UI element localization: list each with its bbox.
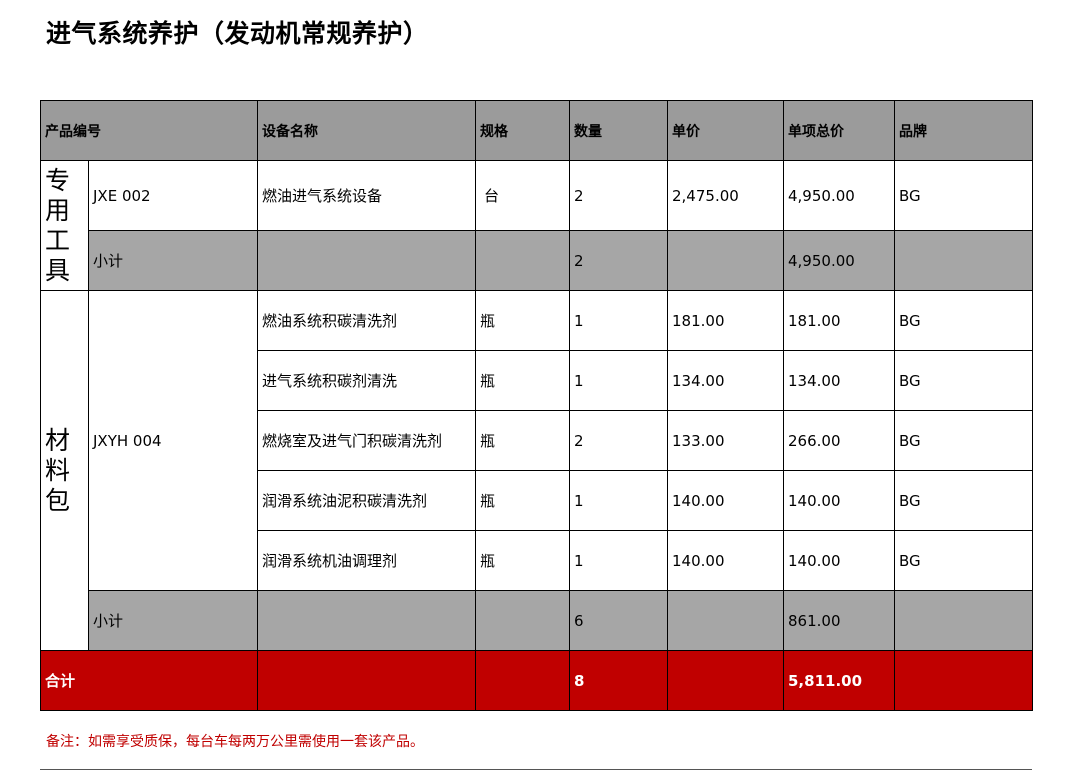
item-brand: BG [894, 160, 1033, 231]
header-spec: 规格 [475, 100, 570, 161]
item-spec: 瓶 [475, 470, 570, 531]
total-empty [475, 650, 570, 711]
item-spec: 瓶 [475, 530, 570, 591]
item-line-total: 134.00 [783, 350, 895, 411]
subtotal-empty [667, 590, 784, 651]
header-code: 产品编号 [40, 100, 258, 161]
category-char: 包 [45, 485, 71, 515]
bottom-divider [40, 769, 1032, 770]
header-unit-price: 单价 [667, 100, 784, 161]
category-char: 用 [45, 195, 71, 225]
table-header-row: 产品编号 设备名称 规格 数量 单价 单项总价 品牌 [40, 100, 1033, 161]
category-char: 工 [45, 225, 71, 255]
item-name: 润滑系统机油调理剂 [257, 530, 476, 591]
item-brand: BG [894, 470, 1033, 531]
item-spec: 瓶 [475, 350, 570, 411]
item-qty: 1 [569, 350, 668, 411]
category-char: 专 [45, 165, 71, 195]
subtotal-qty: 6 [569, 590, 668, 651]
table-row: 专 用 工 具 JXE 002 燃油进气系统设备 台 2 2,475.00 4,… [40, 160, 1033, 291]
total-empty [257, 650, 476, 711]
item-name: 燃油进气系统设备 [257, 160, 476, 231]
item-line-total: 181.00 [783, 290, 895, 351]
item-name: 进气系统积碳剂清洗 [257, 350, 476, 411]
subtotal-row: 小计 2 4,950.00 [41, 230, 1033, 291]
item-unit-price: 2,475.00 [667, 160, 784, 231]
subtotal-empty [257, 230, 476, 291]
header-line-total: 单项总价 [783, 100, 895, 161]
subtotal-label: 小计 [88, 230, 258, 291]
category-char: 料 [45, 455, 71, 485]
total-row: 合计 8 5,811.00 [40, 650, 1033, 711]
item-line-total: 266.00 [783, 410, 895, 471]
category-char: 具 [45, 255, 71, 285]
subtotal-empty [475, 230, 570, 291]
item-qty: 1 [569, 470, 668, 531]
product-table: 产品编号 设备名称 规格 数量 单价 单项总价 品牌 专 用 工 具 JXE 0… [40, 100, 1033, 711]
total-line-total: 5,811.00 [783, 650, 895, 711]
item-name: 燃油系统积碳清洗剂 [257, 290, 476, 351]
category-cell-tools: 专 用 工 具 [40, 160, 89, 291]
item-unit-price: 134.00 [667, 350, 784, 411]
item-line-total: 140.00 [783, 470, 895, 531]
footnote: 备注：如需享受质保，每台车每两万公里需使用一套该产品。 [46, 734, 424, 750]
subtotal-line-total: 4,950.00 [783, 230, 895, 291]
item-spec: 瓶 [475, 410, 570, 471]
item-spec: 台 [475, 160, 570, 231]
subtotal-row: 小计 6 861.00 [41, 590, 1033, 651]
item-line-total: 4,950.00 [783, 160, 895, 231]
total-empty [667, 650, 784, 711]
product-code: JXYH 004 [88, 290, 258, 591]
item-qty: 2 [569, 160, 668, 231]
total-empty [894, 650, 1033, 711]
subtotal-empty [475, 590, 570, 651]
category-char: 材 [45, 425, 71, 455]
item-unit-price: 140.00 [667, 530, 784, 591]
page-title: 进气系统养护（发动机常规养护） [46, 19, 429, 48]
subtotal-empty [667, 230, 784, 291]
total-label: 合计 [40, 650, 258, 711]
item-name: 燃烧室及进气门积碳清洗剂 [257, 410, 476, 471]
item-qty: 1 [569, 290, 668, 351]
total-qty: 8 [569, 650, 668, 711]
item-unit-price: 140.00 [667, 470, 784, 531]
category-cell-materials: 材 料 包 [40, 290, 89, 651]
product-code: JXE 002 [88, 160, 258, 231]
header-qty: 数量 [569, 100, 668, 161]
subtotal-qty: 2 [569, 230, 668, 291]
item-brand: BG [894, 290, 1033, 351]
table-row: 材 料 包 JXYH 004 燃油系统积碳清洗剂 瓶 1 181.00 181.… [40, 290, 1033, 651]
subtotal-empty [257, 590, 476, 651]
subtotal-empty [894, 590, 1033, 651]
subtotal-label: 小计 [88, 590, 258, 651]
item-unit-price: 181.00 [667, 290, 784, 351]
header-name: 设备名称 [257, 100, 476, 161]
item-unit-price: 133.00 [667, 410, 784, 471]
item-line-total: 140.00 [783, 530, 895, 591]
item-qty: 2 [569, 410, 668, 471]
header-brand: 品牌 [894, 100, 1033, 161]
item-brand: BG [894, 410, 1033, 471]
item-qty: 1 [569, 530, 668, 591]
subtotal-line-total: 861.00 [783, 590, 895, 651]
item-name: 润滑系统油泥积碳清洗剂 [257, 470, 476, 531]
item-spec: 瓶 [475, 290, 570, 351]
item-brand: BG [894, 350, 1033, 411]
subtotal-empty [894, 230, 1033, 291]
item-brand: BG [894, 530, 1033, 591]
